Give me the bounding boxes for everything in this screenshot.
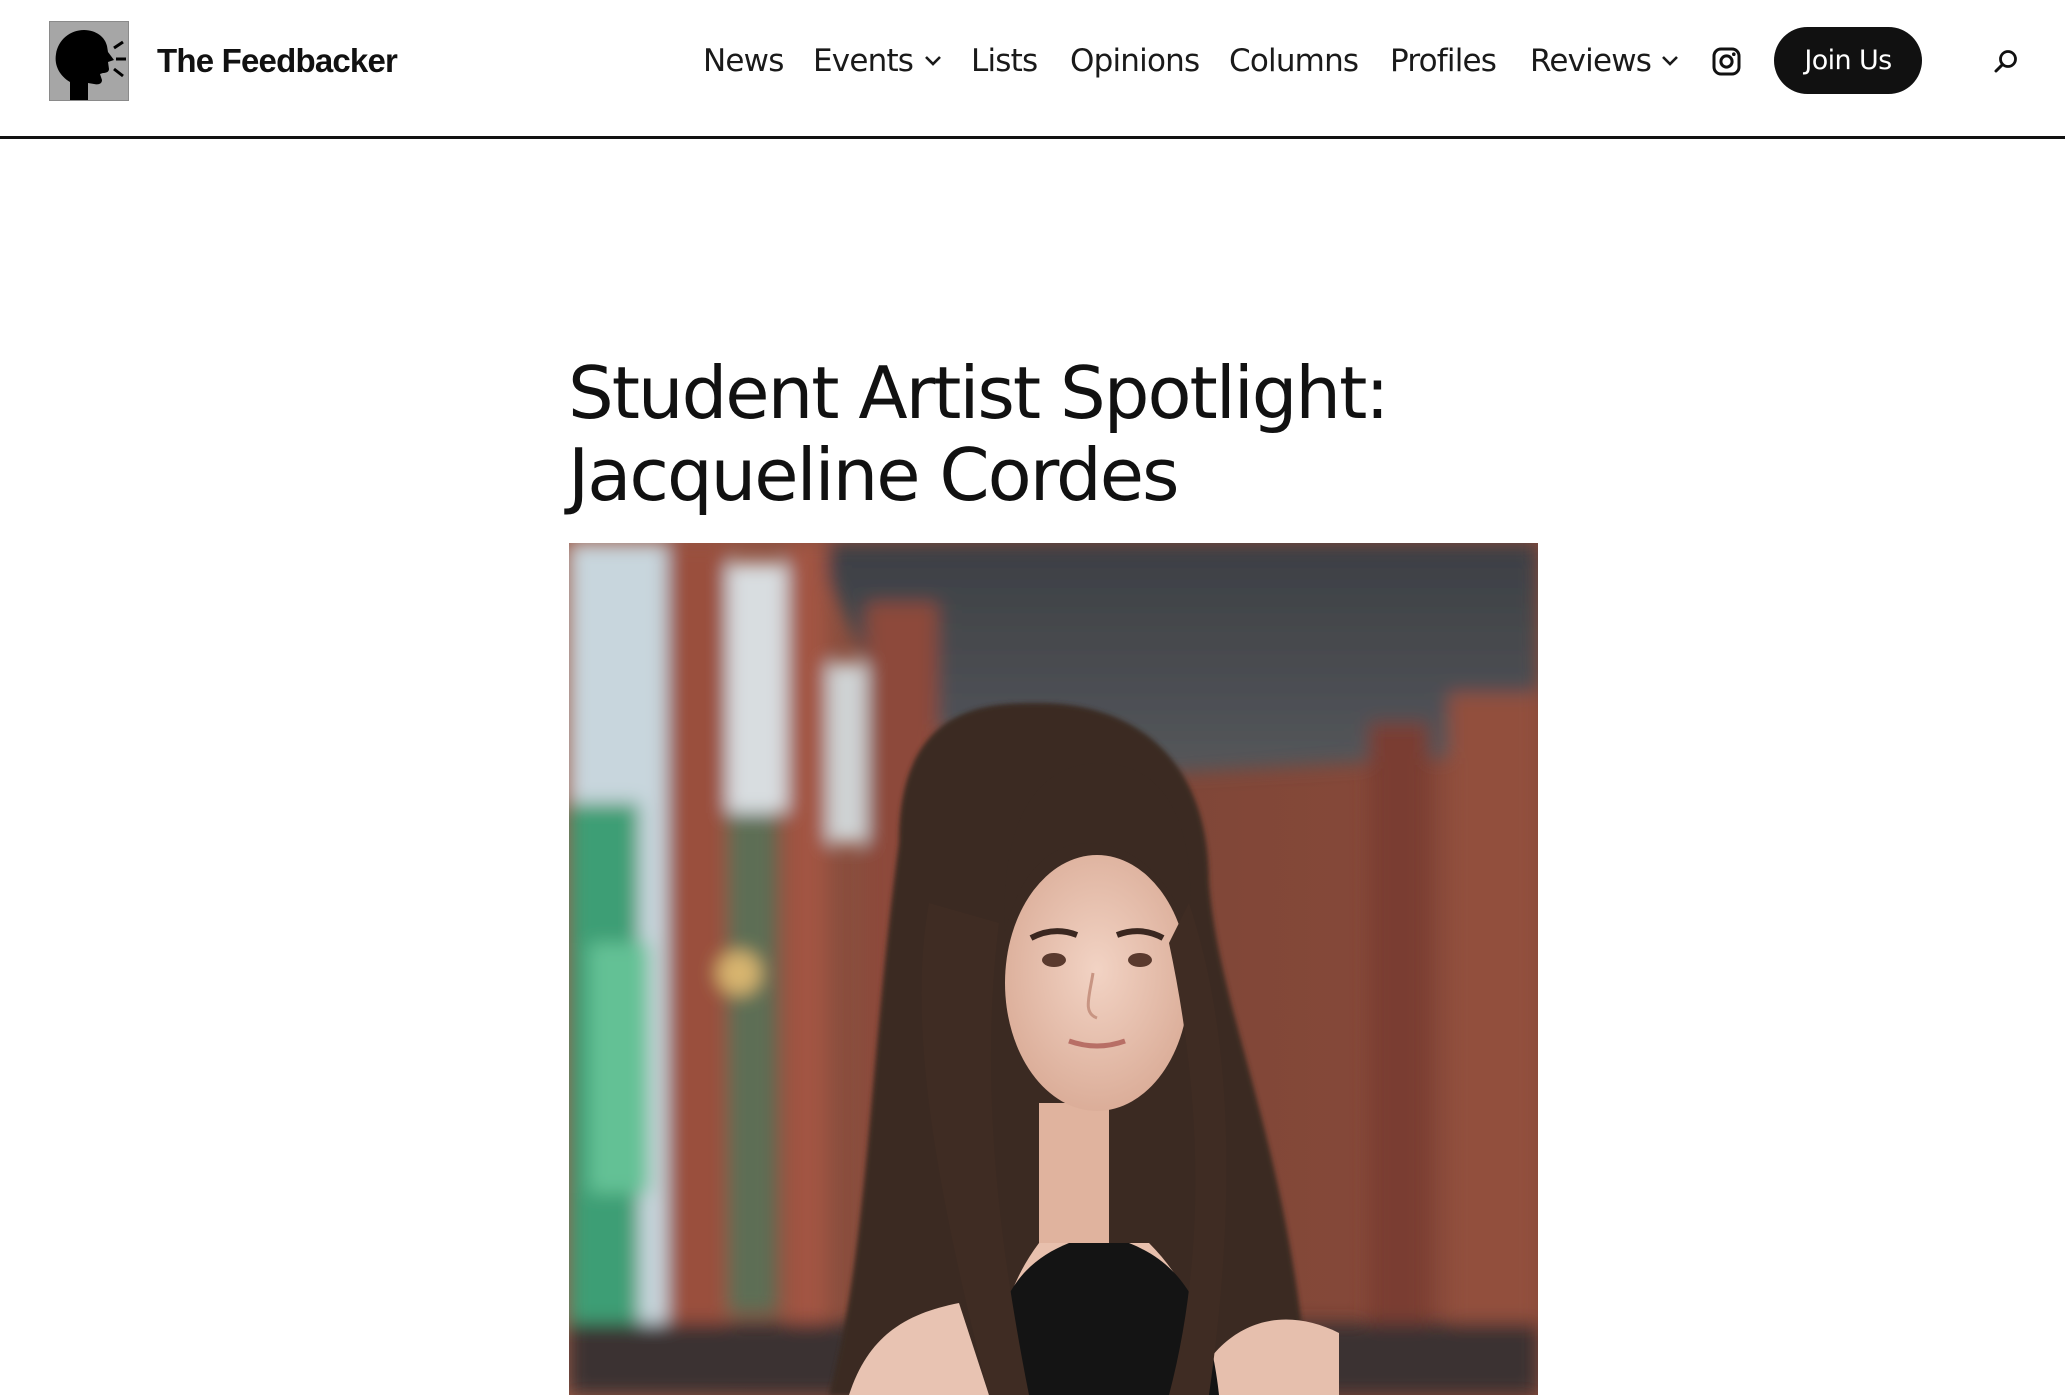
article-title-line-1: Student Artist Spotlight: [568, 351, 1390, 435]
site-logo[interactable] [49, 21, 129, 101]
nav-item-events[interactable]: Events [813, 38, 914, 84]
hero-image [569, 543, 1538, 1395]
chevron-down-icon[interactable] [1661, 55, 1679, 67]
nav-item-lists[interactable]: Lists [971, 38, 1038, 84]
site-header: The Feedbacker News Events Lists Opinion… [0, 0, 2065, 139]
portrait-photo [569, 543, 1538, 1395]
site-title[interactable]: The Feedbacker [157, 38, 398, 84]
article-title: Student Artist Spotlight: Jacqueline Cor… [568, 352, 1568, 516]
nav-item-profiles[interactable]: Profiles [1390, 38, 1497, 84]
search-icon[interactable] [1993, 48, 2019, 74]
nav-item-reviews[interactable]: Reviews [1530, 38, 1652, 84]
chevron-down-icon[interactable] [924, 55, 942, 67]
join-us-button[interactable]: Join Us [1774, 27, 1922, 94]
nav-item-news[interactable]: News [703, 38, 784, 84]
article-title-line-2: Jacqueline Cordes [568, 433, 1180, 517]
nav-item-opinions[interactable]: Opinions [1070, 38, 1200, 84]
nav-item-columns[interactable]: Columns [1229, 38, 1359, 84]
instagram-icon[interactable] [1712, 47, 1741, 76]
speaking-head-icon [55, 30, 126, 100]
